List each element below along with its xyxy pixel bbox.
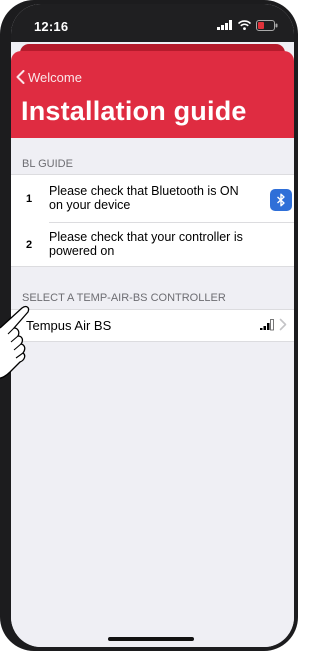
status-icons [217,18,278,32]
guide-step-1: 1 Please check that Bluetooth is ON on y… [11,175,294,222]
controller-name: Tempus Air BS [26,318,112,333]
guide-section-header: BL GUIDE [22,158,73,170]
cellular-signal-icon [217,20,232,30]
signal-strength-icon [260,319,274,331]
content: BL GUIDE 1 Please check that Bluetooth i… [11,138,294,647]
pointing-hand-icon [0,305,30,379]
bluetooth-settings-button[interactable] [270,189,292,211]
step-text: Please check that Bluetooth is ON on you… [49,184,239,212]
step-number: 2 [26,239,33,251]
navigation-bar: Welcome Installation guide [11,51,294,138]
controller-list: Tempus Air BS [11,309,294,342]
step-number: 1 [26,193,33,205]
screen: 12:16 Welcome Installation guide BL GUID… [11,4,294,647]
phone-frame: 12:16 Welcome Installation guide BL GUID… [0,0,298,651]
home-indicator [108,637,194,641]
guide-steps-list: 1 Please check that Bluetooth is ON on y… [11,174,294,267]
chevron-left-icon [16,70,25,84]
bluetooth-icon [277,193,285,207]
back-label: Welcome [28,69,82,85]
battery-icon [256,19,278,31]
wifi-icon [238,20,251,30]
controllers-section-header: SELECT A TEMP-AIR-BS CONTROLLER [22,292,226,304]
controller-row[interactable]: Tempus Air BS [11,310,294,341]
status-time: 12:16 [34,19,69,34]
status-bar: 12:16 [11,4,294,42]
step-text: Please check that your controller is pow… [49,230,243,258]
page-title: Installation guide [21,96,247,126]
back-button[interactable]: Welcome [16,67,82,87]
guide-step-2: 2 Please check that your controller is p… [11,223,294,266]
chevron-right-icon [279,318,287,331]
